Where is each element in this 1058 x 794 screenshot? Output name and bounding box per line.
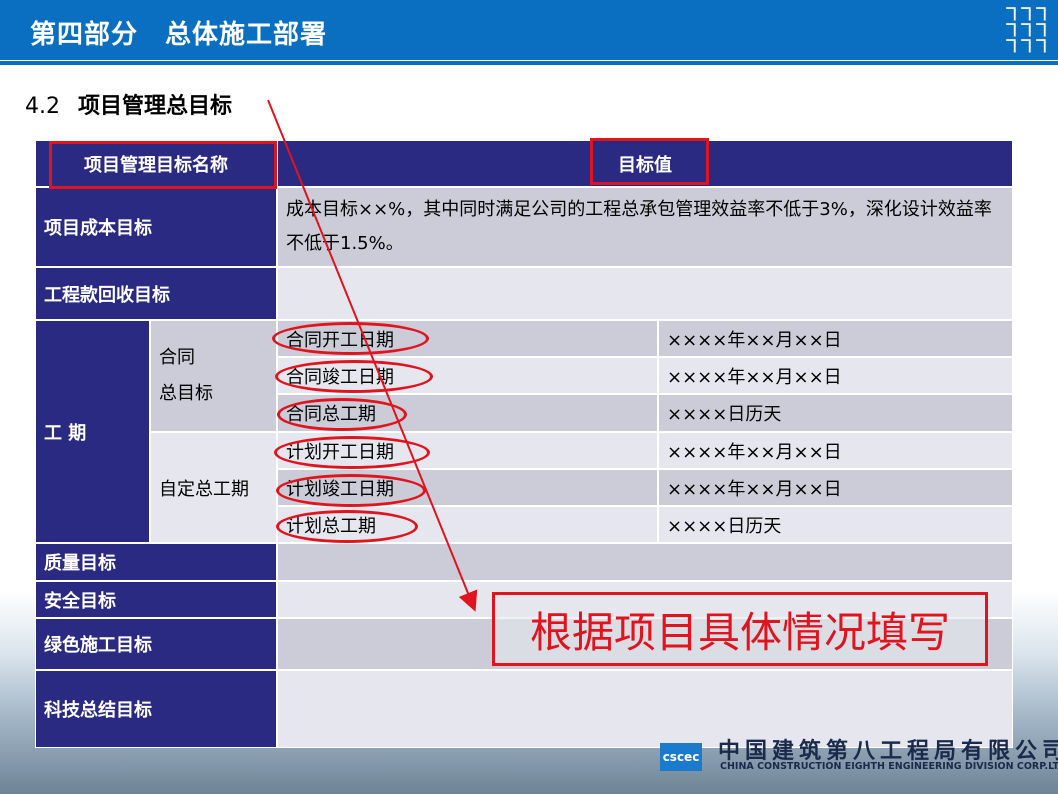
arrow-icon bbox=[0, 0, 1058, 794]
annotation-note: 根据项目具体情况填写 bbox=[492, 592, 988, 666]
cscec-logo-icon: cscec bbox=[660, 743, 702, 771]
company-name-en: CHINA CONSTRUCTION EIGHTH ENGINEERING DI… bbox=[720, 761, 1058, 772]
